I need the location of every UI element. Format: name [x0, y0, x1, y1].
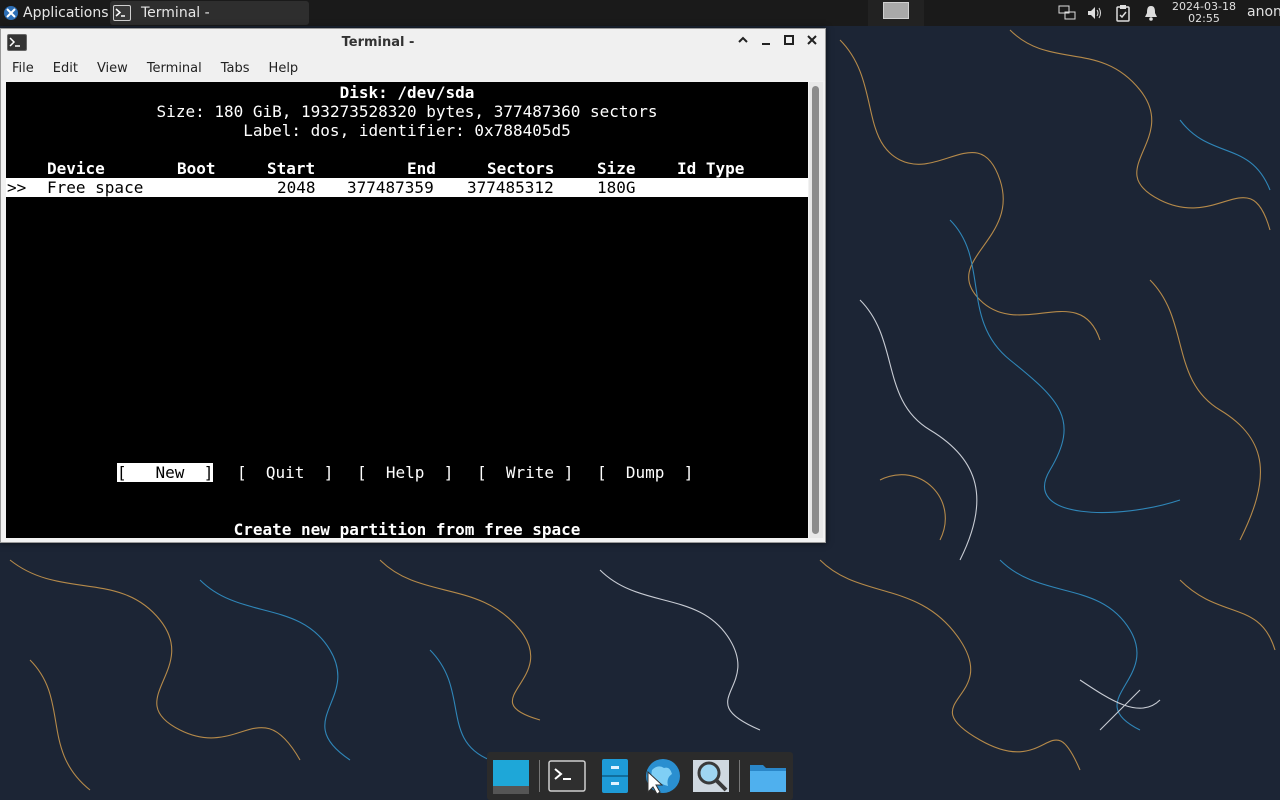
- col-end: End: [407, 159, 436, 178]
- search-launcher[interactable]: [691, 756, 731, 796]
- size-line: Size: 180 GiB, 193273528320 bytes, 37748…: [156, 102, 658, 121]
- col-id-type: Id Type: [677, 159, 745, 178]
- maximize-icon: [784, 35, 794, 45]
- workspace-1-button[interactable]: [883, 2, 909, 19]
- maximize-button[interactable]: [780, 33, 798, 51]
- show-desktop-launcher[interactable]: [491, 756, 531, 796]
- window-title: Terminal -: [341, 35, 415, 50]
- dock: [487, 752, 793, 800]
- menu-help[interactable]: Help: [258, 57, 307, 81]
- row-end: 377487359: [347, 178, 434, 197]
- xfce-logo-icon: [4, 6, 18, 20]
- hint-line: Create new partition from free space: [233, 520, 581, 539]
- web-browser-icon: [646, 759, 680, 795]
- menu-terminal[interactable]: Terminal: [136, 57, 210, 81]
- menubar: File Edit View Terminal Tabs Help: [1, 57, 825, 81]
- row-cursor: >>: [7, 178, 27, 197]
- action-buttons: [ New ] [ Quit ] [ Help ] [ Write ] [ Du…: [6, 463, 808, 482]
- applications-label: Applications: [23, 5, 109, 21]
- clock[interactable]: 2024-03-18 02:55: [1168, 0, 1240, 25]
- chevron-up-icon: [738, 36, 748, 43]
- menu-file[interactable]: File: [1, 57, 42, 81]
- clipboard-icon[interactable]: [1114, 4, 1132, 22]
- close-icon: [807, 35, 817, 45]
- dump-button[interactable]: [ Dump ]: [597, 463, 693, 482]
- folder-icon: [750, 765, 786, 792]
- show-desktop-icon: [493, 760, 529, 794]
- system-tray: [1058, 0, 1160, 26]
- dock-separator: [739, 760, 740, 792]
- user-menu[interactable]: anon: [1247, 4, 1280, 20]
- col-device: Device: [47, 159, 105, 178]
- file-cabinet-launcher[interactable]: [595, 756, 635, 796]
- row-device: Free space: [47, 178, 144, 197]
- menu-edit[interactable]: Edit: [42, 57, 86, 81]
- web-browser-launcher[interactable]: [642, 756, 682, 796]
- row-size: 180G: [597, 178, 636, 197]
- partition-table-header: Device Boot Start End Sectors Size Id Ty…: [6, 159, 808, 178]
- search-magnifier-icon: [693, 760, 729, 792]
- minimize-icon: [762, 43, 770, 45]
- row-start: 2048: [277, 178, 316, 197]
- menu-tabs[interactable]: Tabs: [210, 57, 258, 81]
- taskbar-terminal-button[interactable]: Terminal -: [110, 1, 309, 25]
- top-panel: Applications Terminal - 2024-03-18 02:55…: [0, 0, 1280, 26]
- table-row[interactable]: >> Free space 2048 377487359 377485312 1…: [6, 178, 808, 197]
- close-button[interactable]: [803, 33, 821, 51]
- shade-button[interactable]: [734, 33, 752, 51]
- notification-bell-icon[interactable]: [1142, 4, 1160, 22]
- help-button[interactable]: [ Help ]: [357, 463, 453, 482]
- clock-time: 02:55: [1188, 12, 1220, 25]
- minimize-button[interactable]: [757, 33, 775, 51]
- quit-button[interactable]: [ Quit ]: [237, 463, 333, 482]
- label-line: Label: dos, identifier: 0x788405d5: [243, 121, 571, 140]
- terminal-launcher[interactable]: [547, 756, 587, 796]
- col-start: Start: [267, 159, 316, 178]
- terminal-icon: [113, 5, 131, 21]
- scrollbar-thumb[interactable]: [812, 86, 819, 534]
- taskbar-terminal-label: Terminal -: [141, 5, 210, 21]
- write-button[interactable]: [ Write ]: [477, 463, 573, 482]
- terminal-scrollbar[interactable]: [809, 82, 823, 538]
- dock-separator: [539, 760, 540, 792]
- applications-menu-button[interactable]: Applications: [0, 0, 113, 26]
- terminal-window: Terminal - File Edit View Terminal Tabs …: [0, 28, 826, 543]
- file-cabinet-icon: [602, 759, 628, 793]
- folder-launcher[interactable]: [748, 756, 788, 796]
- row-sectors: 377485312: [467, 178, 554, 197]
- col-boot: Boot: [177, 159, 216, 178]
- network-icon[interactable]: [1058, 4, 1076, 22]
- col-sectors: Sectors: [487, 159, 555, 178]
- menu-view[interactable]: View: [86, 57, 136, 81]
- volume-icon[interactable]: [1086, 4, 1104, 22]
- disk-line: Disk: /dev/sda: [339, 83, 475, 102]
- window-titlebar[interactable]: Terminal -: [1, 29, 825, 57]
- col-size: Size: [597, 159, 636, 178]
- terminal-icon: [548, 760, 586, 792]
- terminal-screen[interactable]: Disk: /dev/sda Size: 180 GiB, 1932735283…: [6, 82, 808, 539]
- new-button[interactable]: [ New ]: [117, 463, 214, 482]
